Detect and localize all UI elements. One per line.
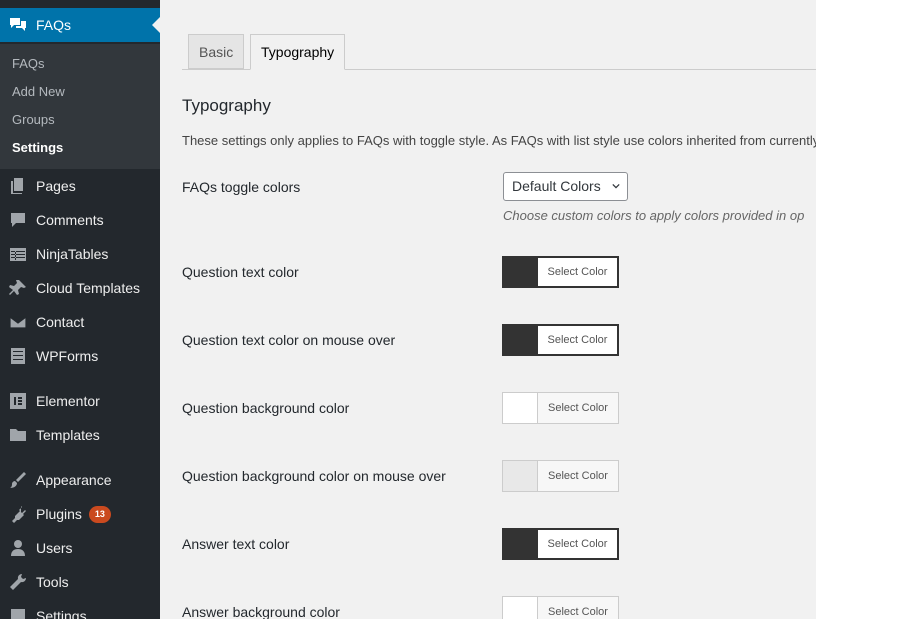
faqs-submenu: FAQs Add New Groups Settings	[0, 44, 160, 169]
chevron-down-icon	[612, 183, 620, 189]
menu-settings[interactable]: Settings	[0, 599, 160, 619]
menu-appearance[interactable]: Appearance	[0, 463, 160, 497]
plugin-icon	[0, 497, 36, 531]
answer-bg-color-label: Answer background color	[182, 604, 340, 619]
pin-icon	[0, 271, 36, 305]
menu-cloud-templates[interactable]: Cloud Templates	[0, 271, 160, 305]
toggle-colors-label: FAQs toggle colors	[182, 179, 301, 195]
question-bg-hover-color-label: Question background color on mouse over	[182, 468, 446, 484]
color-swatch	[503, 597, 537, 619]
menu-ninjatables[interactable]: NinjaTables	[0, 237, 160, 271]
menu-plugins-label: Plugins	[36, 506, 82, 522]
submenu-settings[interactable]: Settings	[12, 140, 63, 155]
menu-contact-label: Contact	[36, 314, 85, 330]
comment-icon	[0, 203, 36, 237]
color-swatch	[504, 530, 538, 558]
menu-faqs-label: FAQs	[36, 17, 72, 33]
answer-text-color-picker[interactable]: Select Color	[502, 528, 619, 560]
toggle-colors-select[interactable]: Default Colors	[503, 172, 628, 201]
menu-wpforms-label: WPForms	[36, 348, 99, 364]
menu-templates[interactable]: Templates	[0, 418, 160, 452]
menu-comments-label: Comments	[36, 212, 104, 228]
question-text-color-label: Question text color	[182, 264, 299, 280]
question-text-hover-color-picker[interactable]: Select Color	[502, 324, 619, 356]
form-icon	[0, 339, 36, 373]
tab-basic[interactable]: Basic	[188, 34, 245, 69]
blank-area	[816, 0, 909, 619]
menu-faqs[interactable]: FAQs	[0, 8, 160, 42]
menu-elementor[interactable]: Elementor	[0, 384, 160, 418]
current-menu-arrow	[152, 17, 160, 33]
color-swatch	[503, 393, 537, 423]
question-text-color-picker[interactable]: Select Color	[502, 256, 619, 288]
table-icon	[0, 237, 36, 271]
color-swatch	[504, 326, 538, 354]
menu-appearance-label: Appearance	[36, 472, 112, 488]
menu-tools-label: Tools	[36, 574, 69, 590]
menu-templates-label: Templates	[36, 427, 100, 443]
toggle-colors-value: Default Colors	[512, 178, 601, 194]
menu-wpforms[interactable]: WPForms	[0, 339, 160, 373]
page-title: Typography	[182, 96, 271, 115]
tab-typography[interactable]: Typography	[250, 34, 346, 70]
menu-plugins[interactable]: Plugins 13	[0, 497, 160, 531]
answer-bg-color-picker[interactable]: Select Color	[502, 596, 619, 619]
question-bg-hover-color-picker[interactable]: Select Color	[502, 460, 619, 492]
submenu-groups[interactable]: Groups	[12, 112, 55, 127]
speech-bubbles-icon	[0, 8, 36, 42]
select-color-button[interactable]: Select Color	[537, 597, 618, 619]
question-bg-color-picker[interactable]: Select Color	[502, 392, 619, 424]
user-icon	[0, 531, 36, 565]
menu-users[interactable]: Users	[0, 531, 160, 565]
plugins-update-badge: 13	[88, 505, 111, 523]
menu-pages[interactable]: Pages	[0, 169, 160, 203]
select-color-button[interactable]: Select Color	[538, 258, 617, 286]
submenu-add-new[interactable]: Add New	[12, 84, 65, 99]
menu-tools[interactable]: Tools	[0, 565, 160, 599]
select-color-button[interactable]: Select Color	[537, 461, 618, 491]
brush-icon	[0, 463, 36, 497]
menu-cloud-templates-label: Cloud Templates	[36, 280, 141, 296]
menu-contact[interactable]: Contact	[0, 305, 160, 339]
menu-ninjatables-label: NinjaTables	[36, 246, 109, 262]
select-color-button[interactable]: Select Color	[538, 530, 617, 558]
color-swatch	[504, 258, 538, 286]
admin-sidebar: FAQs FAQs Add New Groups Settings Pages …	[0, 0, 160, 619]
question-bg-color-label: Question background color	[182, 400, 350, 416]
folder-icon	[0, 418, 36, 452]
question-text-hover-color-label: Question text color on mouse over	[182, 332, 396, 348]
mail-icon	[0, 305, 36, 339]
menu-users-label: Users	[36, 540, 73, 556]
wrench-icon	[0, 565, 36, 599]
select-color-button[interactable]: Select Color	[538, 326, 617, 354]
settings-icon	[0, 599, 36, 619]
menu-elementor-label: Elementor	[36, 393, 100, 409]
answer-text-color-label: Answer text color	[182, 536, 290, 552]
select-color-button[interactable]: Select Color	[537, 393, 618, 423]
menu-comments[interactable]: Comments	[0, 203, 160, 237]
pages-icon	[0, 169, 36, 203]
color-swatch	[503, 461, 537, 491]
elementor-icon	[0, 384, 36, 418]
menu-pages-label: Pages	[36, 178, 76, 194]
main-content: Basic Typography Typography These settin…	[160, 0, 816, 619]
section-description: These settings only applies to FAQs with…	[182, 133, 816, 148]
menu-settings-label: Settings	[36, 608, 87, 619]
submenu-faqs[interactable]: FAQs	[12, 56, 45, 71]
toggle-colors-note: Choose custom colors to apply colors pro…	[503, 208, 805, 223]
